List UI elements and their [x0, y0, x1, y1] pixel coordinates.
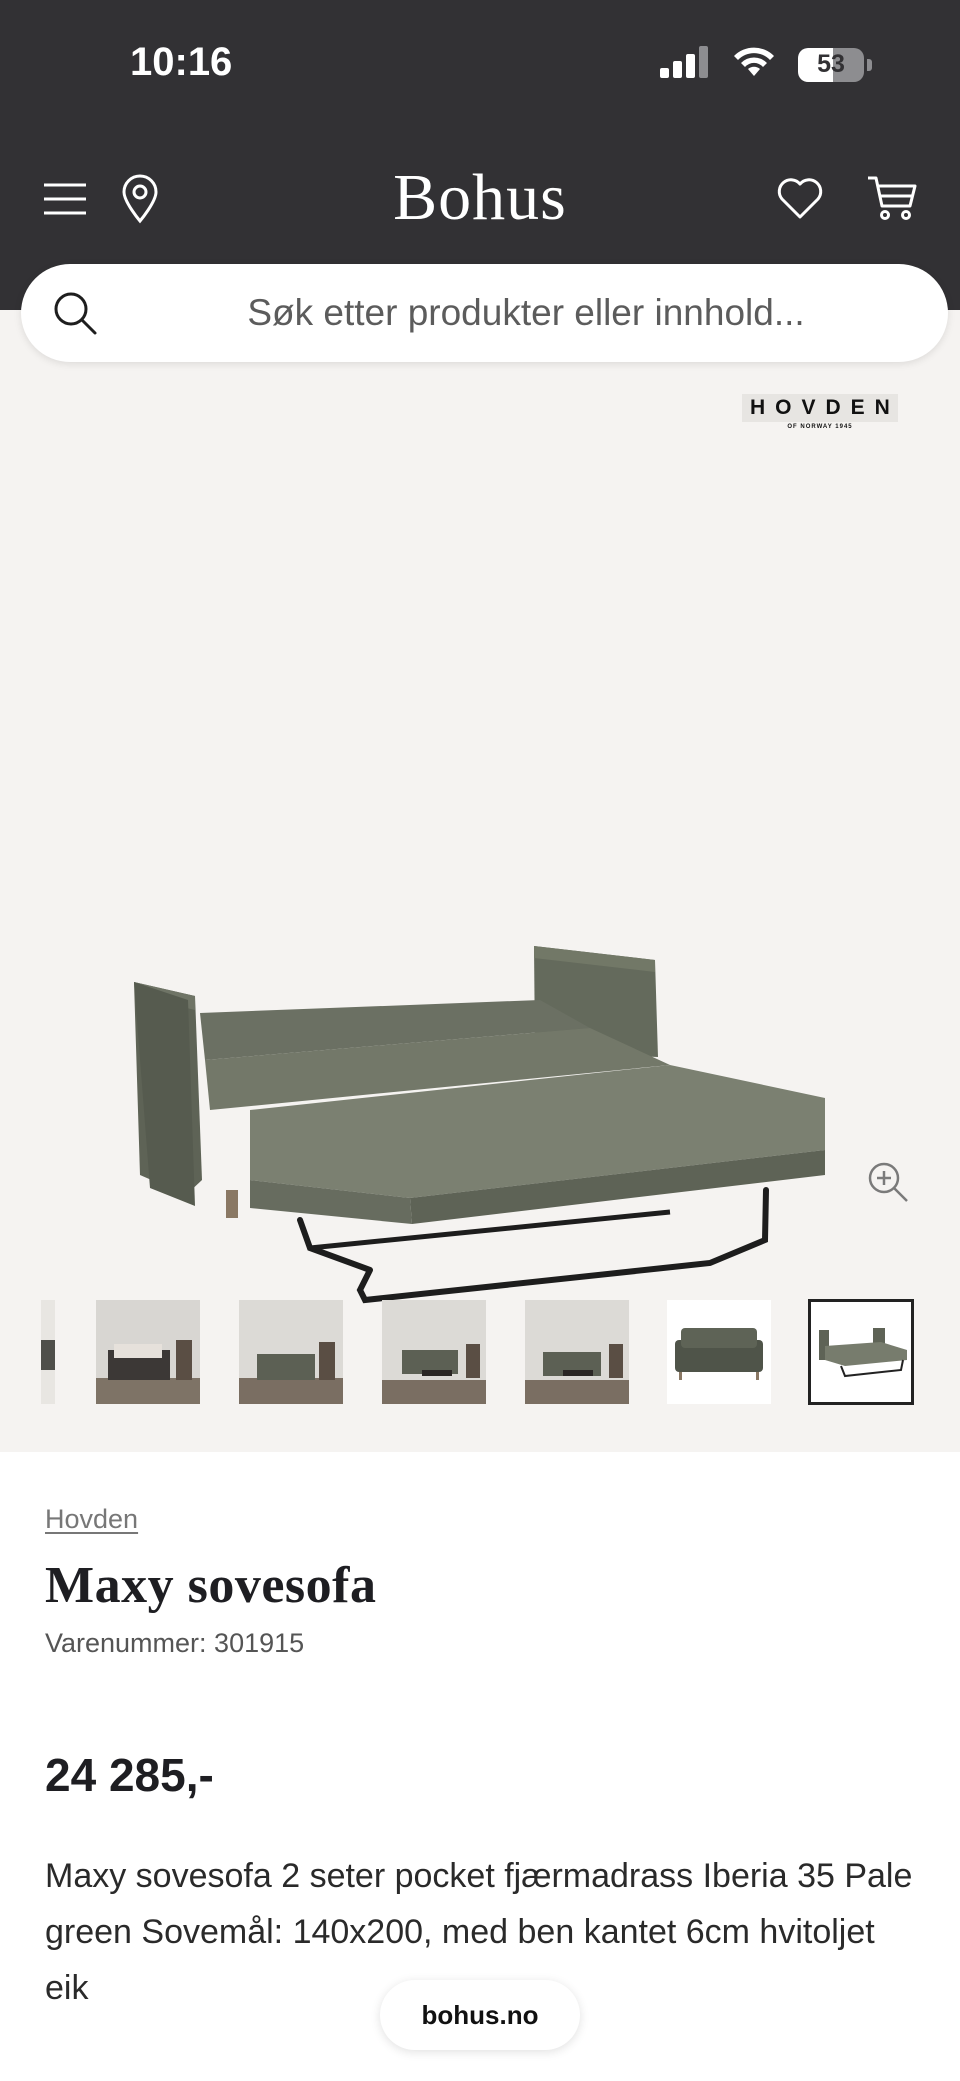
brand-link[interactable]: Hovden	[45, 1504, 138, 1535]
signal-bars-icon	[660, 46, 710, 83]
thumbnail-item[interactable]	[667, 1300, 771, 1404]
battery-nub	[867, 58, 872, 71]
status-time: 10:16	[130, 40, 233, 84]
battery-indicator: 53	[798, 47, 864, 82]
thumbnail-item-active[interactable]	[808, 1299, 914, 1405]
thumbnail-item[interactable]	[96, 1300, 200, 1404]
product-gallery: HOVDEN OF NORWAY 1945	[0, 310, 960, 1452]
brand-logo: HOVDEN OF NORWAY 1945	[742, 394, 898, 434]
product-price: 24 285,-	[45, 1749, 214, 1801]
thumbnail-item[interactable]	[525, 1300, 629, 1404]
main-product-image[interactable]	[110, 620, 850, 1320]
wifi-icon	[732, 46, 776, 83]
brand-logo-text: HOVDEN	[742, 394, 898, 422]
cart-icon[interactable]	[866, 174, 918, 222]
product-title: Maxy sovesofa	[45, 1557, 377, 1614]
nav-bar: Bohus	[0, 150, 960, 250]
thumbnail-item[interactable]	[382, 1300, 486, 1404]
thumbnail-item[interactable]	[41, 1300, 55, 1404]
battery-percent: 53	[817, 50, 845, 78]
search-icon[interactable]	[51, 289, 99, 342]
nav-right	[776, 174, 918, 222]
zoom-in-icon[interactable]	[866, 1160, 910, 1209]
search-input[interactable]	[131, 264, 921, 362]
search-bar[interactable]	[21, 264, 948, 362]
thumbnail-item[interactable]	[239, 1300, 343, 1404]
thumbnail-strip	[0, 1299, 960, 1420]
brand-logo-subtext: OF NORWAY 1945	[787, 424, 853, 430]
status-icons: 53	[660, 46, 872, 83]
browser-url-pill[interactable]: bohus.no	[380, 1980, 580, 2050]
status-bar: 10:16 53	[0, 0, 960, 130]
product-sku: Varenummer: 301915	[45, 1628, 305, 1658]
heart-icon[interactable]	[776, 176, 824, 220]
